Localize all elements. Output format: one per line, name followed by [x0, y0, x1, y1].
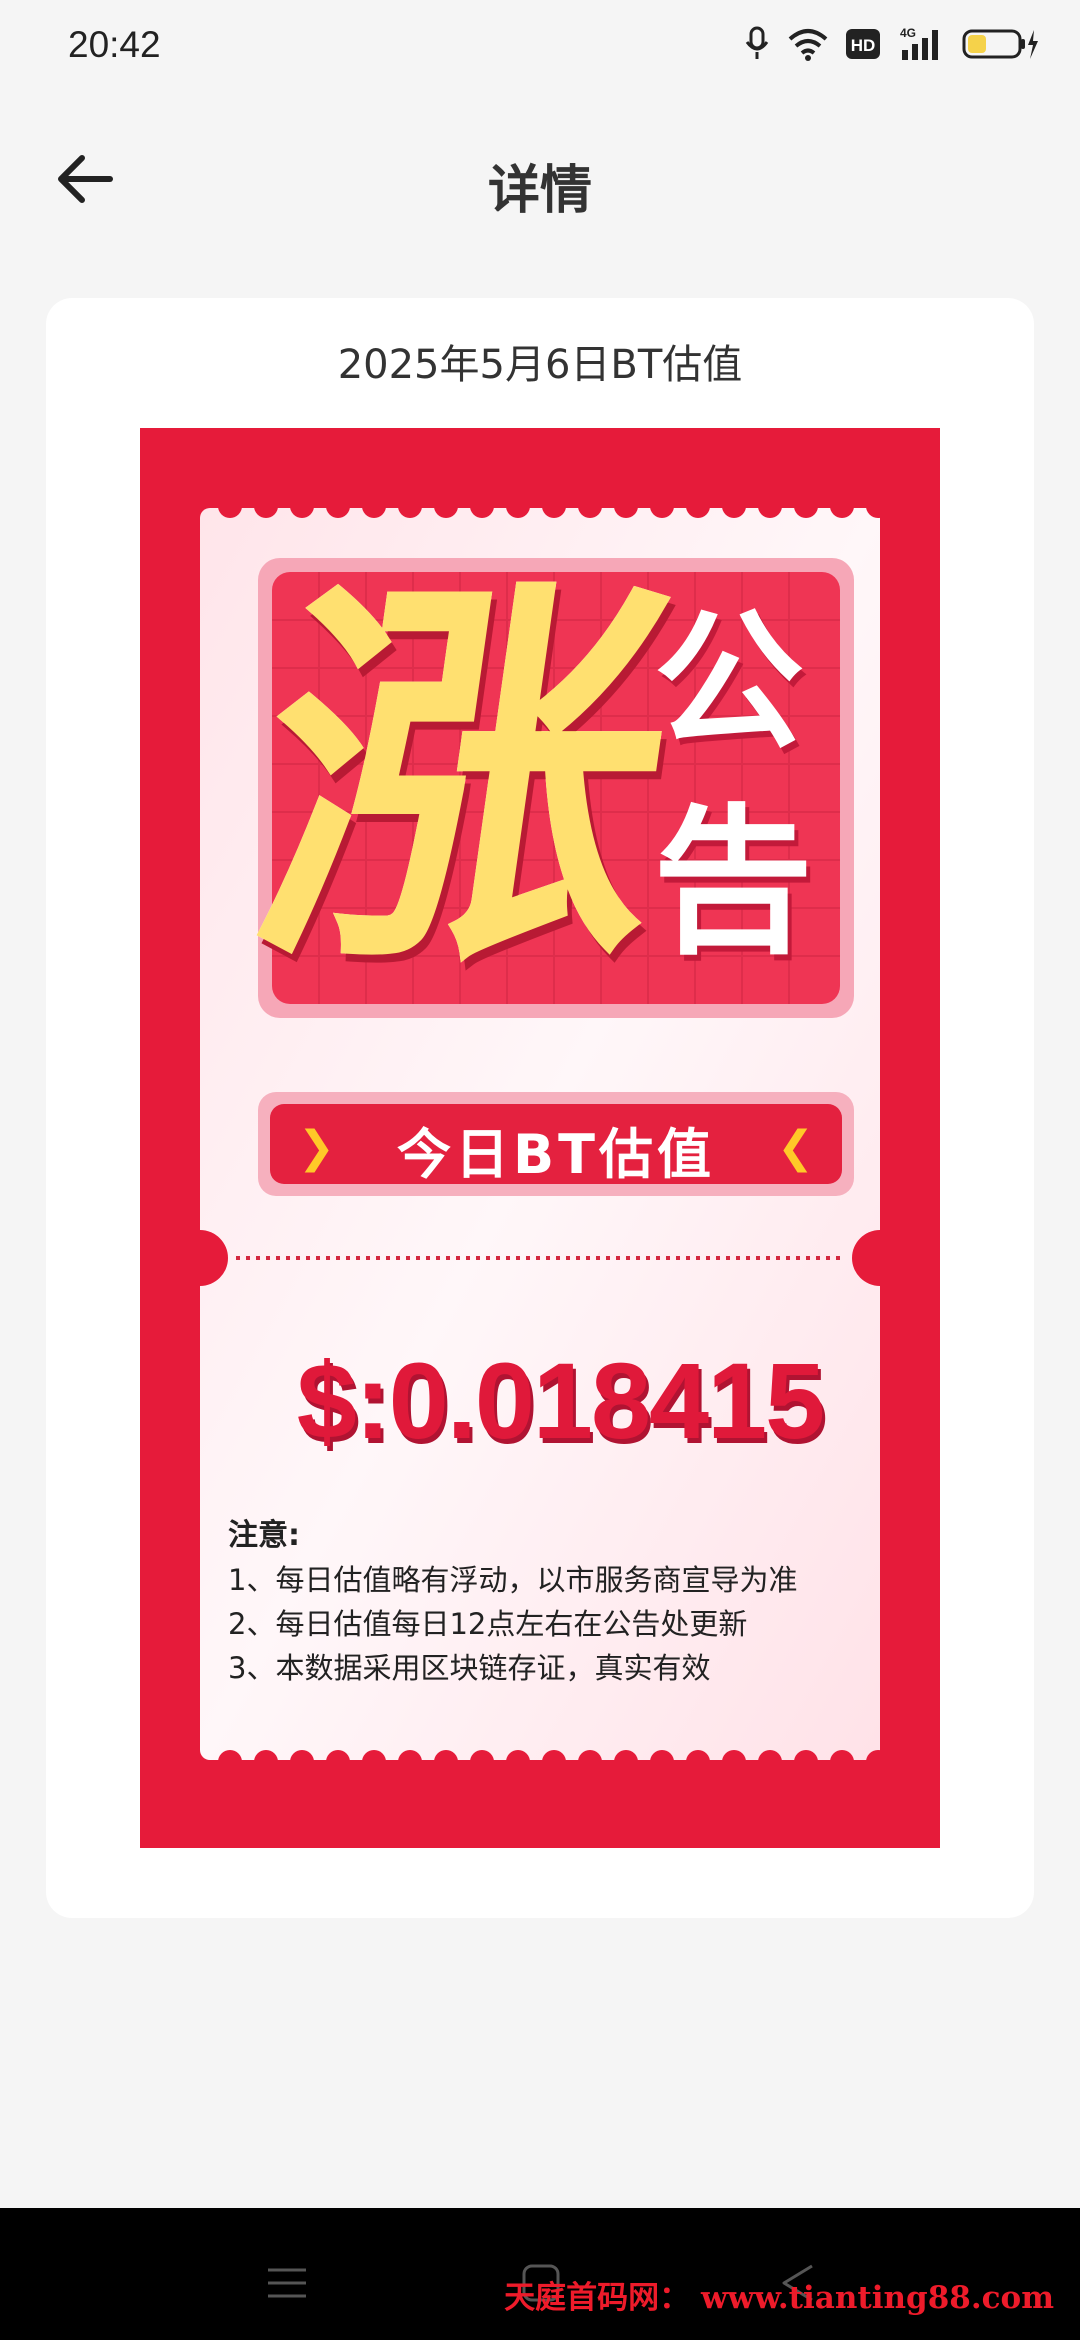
- wifi-icon: [788, 29, 828, 61]
- hd-icon: HD: [846, 29, 880, 59]
- hd-label: HD: [851, 36, 876, 55]
- note-item: 1、每日估值略有浮动，以市服务商宣导为准: [228, 1563, 798, 1597]
- status-time: 20:42: [68, 24, 161, 65]
- battery-icon: [962, 29, 1038, 59]
- subtitle-banner: ❯ 今日BT估值 ❮: [258, 1092, 854, 1196]
- headline-small-char-1: 公: [653, 596, 804, 770]
- menu-button[interactable]: [262, 2258, 312, 2308]
- chevron-left-icon: ❮: [777, 1122, 814, 1173]
- headline-small-char-2: 告: [652, 789, 813, 976]
- status-bar: 20:42 HD 4G: [0, 0, 1080, 96]
- note-item: 2、每日估值每日12点左右在公告处更新: [228, 1607, 748, 1641]
- headline-big-char: 涨: [231, 549, 697, 1014]
- microphone-icon: [745, 26, 769, 59]
- signal-icon: 4G: [900, 26, 938, 60]
- announcement-poster: 涨 公 告 ❯ 今日BT估值 ❮ $:0.018415 注意: 1、每日估值略有…: [140, 428, 940, 1848]
- watermark-text: 天庭首码网： www.tianting88.com: [504, 2280, 1054, 2316]
- page-title: 详情: [487, 161, 592, 221]
- subtitle-text: 今日BT估值: [397, 1123, 715, 1186]
- status-icons: HD 4G: [744, 26, 1040, 62]
- network-badge: 4G: [900, 26, 916, 40]
- nav-bar: 详情: [0, 110, 1080, 250]
- price-value: $:0.018415: [296, 1340, 826, 1461]
- notes-block: 注意: 1、每日估值略有浮动，以市服务商宣导为准 2、每日估值每日12点左右在公…: [228, 1514, 868, 1690]
- note-item: 3、本数据采用区块链存证，真实有效: [228, 1651, 711, 1685]
- notes-title: 注意:: [228, 1518, 300, 1553]
- headline-block: 涨 公 告: [231, 549, 854, 1018]
- card-title: 2025年5月6日BT估值: [337, 342, 743, 388]
- menu-icon: [268, 2268, 306, 2298]
